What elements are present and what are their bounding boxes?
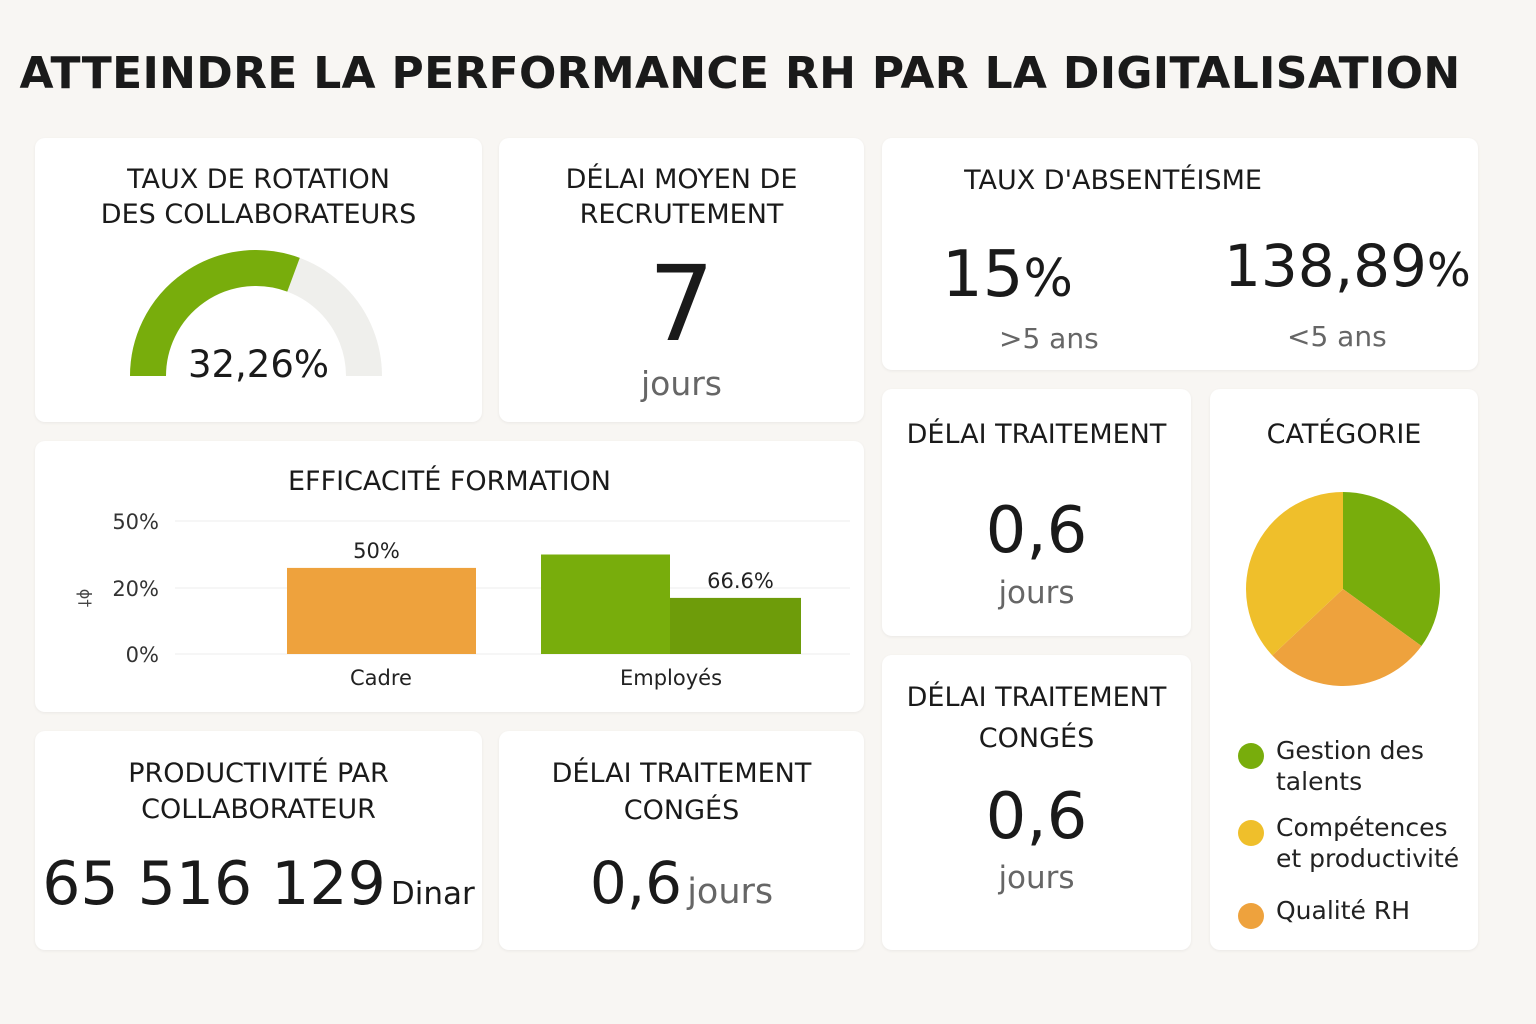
rotation-value: 32,26% bbox=[187, 343, 330, 386]
legend-competences-line2: et productivité bbox=[1276, 844, 1460, 873]
absenteisme-left-pct: % bbox=[1023, 249, 1073, 309]
productivite-card: PRODUCTIVITÉ PAR COLLABORATEUR 65 516 12… bbox=[35, 731, 482, 950]
conges-right-title-line2: CONGÉS bbox=[978, 723, 1095, 754]
conges-right-title-line1: DÉLAI TRAITEMENT bbox=[906, 682, 1167, 713]
recrutement-unit: jours bbox=[640, 364, 723, 403]
absenteisme-left-label: >5 ans bbox=[999, 322, 1099, 355]
rotation-card: TAUX DE ROTATION DES COLLABORATEURS 32,2… bbox=[35, 138, 482, 422]
conges-bottom-unit: jours bbox=[687, 872, 774, 912]
conges-right-card: DÉLAI TRAITEMENT CONGÉS 0,6 jours bbox=[882, 655, 1191, 950]
legend-qualite-line1: Qualité RH bbox=[1276, 896, 1411, 925]
bar-employes-2 bbox=[670, 597, 801, 654]
recrutement-title-line1: DÉLAI MOYEN DE bbox=[565, 164, 798, 195]
x-tick-label: Employés bbox=[620, 666, 722, 690]
categorie-pie-chart bbox=[1246, 492, 1440, 686]
recrutement-card: DÉLAI MOYEN DE RECRUTEMENT 7 jours bbox=[499, 138, 864, 422]
absenteisme-card: TAUX D'ABSENTÉISME 15% >5 ans 138,89% <5… bbox=[882, 138, 1478, 370]
conges-right-value: 0,6 bbox=[985, 780, 1088, 854]
conges-bottom-title-line1: DÉLAI TRAITEMENT bbox=[551, 758, 812, 789]
conges-right-unit: jours bbox=[998, 860, 1075, 896]
legend-dot-competences bbox=[1238, 820, 1264, 846]
bar-data-label: 66.6% bbox=[707, 569, 774, 593]
absenteisme-right: 138,89% bbox=[1224, 232, 1474, 300]
bar-employes-1 bbox=[541, 554, 670, 654]
legend-dot-qualite bbox=[1238, 903, 1264, 929]
productivite-value: 65 516 129 bbox=[42, 849, 386, 919]
formation-bar-chart: 0% 20% 50% ɸ† 50% 66.6% Cadre Employés bbox=[76, 510, 850, 690]
absenteisme-right-value: 138,89 bbox=[1224, 232, 1427, 300]
bar-cadre bbox=[287, 567, 476, 654]
x-tick-label: Cadre bbox=[350, 666, 412, 690]
absenteisme-right-label: <5 ans bbox=[1287, 320, 1387, 353]
page-title: ATTEINDRE LA PERFORMANCE RH PAR LA DIGIT… bbox=[19, 48, 1461, 99]
conges-bottom-value: 0,6 bbox=[589, 849, 683, 917]
y-tick-label: 50% bbox=[112, 510, 159, 534]
conges-bottom-value-row: 0,6 jours bbox=[499, 849, 864, 917]
recrutement-value: 7 bbox=[648, 243, 715, 365]
absenteisme-left-value: 15 bbox=[942, 238, 1024, 312]
productivite-title-line2: COLLABORATEUR bbox=[141, 794, 376, 825]
y-axis-label: ɸ† bbox=[76, 589, 95, 608]
legend-gestion-line1: Gestion des bbox=[1276, 736, 1424, 765]
traitement-card: DÉLAI TRAITEMENT 0,6 jours bbox=[882, 389, 1191, 636]
recrutement-title-line2: RECRUTEMENT bbox=[579, 199, 784, 230]
absenteisme-right-pct: % bbox=[1426, 243, 1471, 297]
y-tick-label: 0% bbox=[126, 643, 159, 667]
legend-gestion-line2: talents bbox=[1276, 767, 1363, 796]
absenteisme-title: TAUX D'ABSENTÉISME bbox=[964, 165, 1262, 196]
bar-data-label: 50% bbox=[353, 539, 400, 563]
productivite-unit: Dinar bbox=[390, 876, 475, 912]
categorie-card: CATÉGORIE Gestion des talents Compétence… bbox=[1210, 389, 1478, 950]
absenteisme-left: 15% bbox=[942, 238, 1242, 312]
legend-competences-line1: Compétences bbox=[1276, 813, 1448, 842]
traitement-unit: jours bbox=[998, 575, 1075, 611]
y-tick-label: 20% bbox=[112, 577, 159, 601]
conges-bottom-title-line2: CONGÉS bbox=[623, 795, 740, 826]
conges-bottom-card: DÉLAI TRAITEMENT CONGÉS 0,6 jours bbox=[499, 731, 864, 950]
traitement-title: DÉLAI TRAITEMENT bbox=[906, 419, 1167, 450]
legend-dot-gestion bbox=[1238, 743, 1264, 769]
formation-card: EFFICACITÉ FORMATION 0% 20% 50% ɸ† 50% 66.6% C… bbox=[35, 441, 864, 712]
productivite-value-row: 65 516 129 Dinar bbox=[35, 849, 482, 919]
traitement-value: 0,6 bbox=[985, 494, 1088, 568]
productivite-title-line1: PRODUCTIVITÉ PAR bbox=[128, 758, 389, 789]
